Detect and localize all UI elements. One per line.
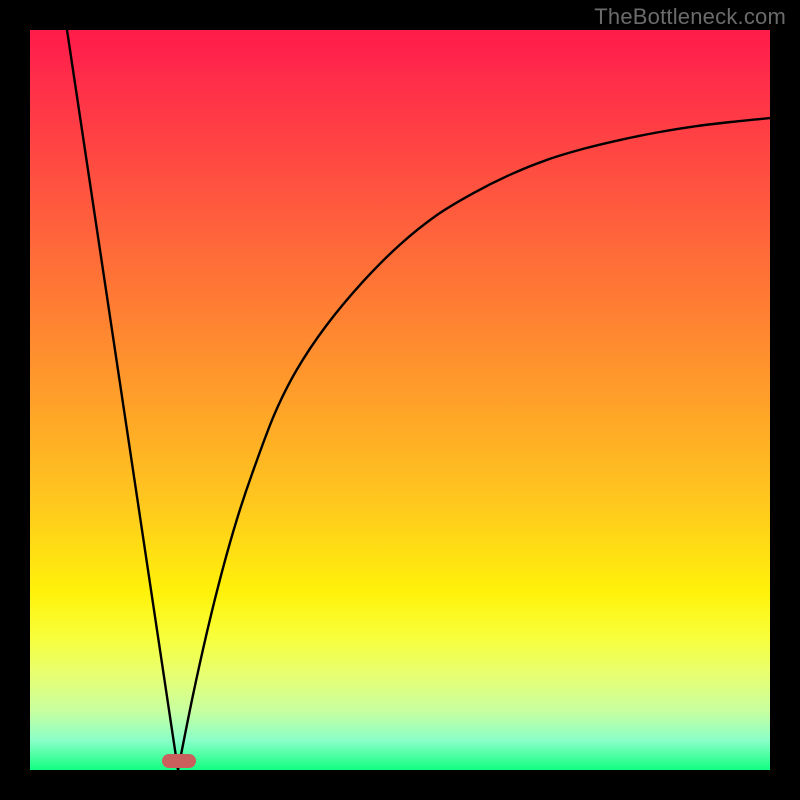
watermark-text: TheBottleneck.com [594, 4, 786, 30]
curve-path [67, 30, 770, 770]
optimum-marker [162, 754, 196, 768]
bottleneck-curve [30, 30, 770, 770]
plot-area [30, 30, 770, 770]
chart-frame: TheBottleneck.com [0, 0, 800, 800]
